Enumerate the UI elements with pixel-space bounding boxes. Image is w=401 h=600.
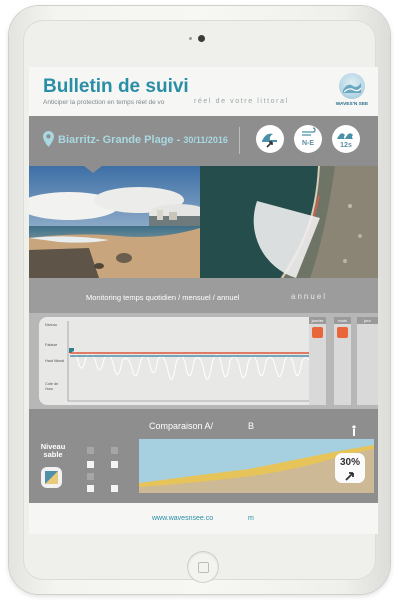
- wave-icon[interactable]: [256, 125, 284, 153]
- home-icon: [198, 562, 209, 573]
- app-screen: Bulletin de suivi Anticiper la protectio…: [29, 67, 378, 534]
- location-bar: Biarritz- Grande Plage - 30/11/2016 N-E …: [29, 116, 378, 166]
- alert-icon: [337, 327, 348, 338]
- monitoring-chart-zone: Niveau Falaise Haut littoral Cote de l'e…: [29, 313, 378, 409]
- comparison-section: Comparaison A/ B Niveau sable 30%: [29, 409, 378, 503]
- sand-level-button[interactable]: [41, 467, 62, 488]
- footer-url-tail[interactable]: m: [248, 515, 254, 522]
- tab-janvier[interactable]: janvier: [309, 317, 326, 405]
- niveau-sable-label: Niveau sable: [40, 442, 66, 459]
- page-subtitle: Anticiper la protection en temps réel de…: [43, 99, 165, 106]
- footer-url[interactable]: www.wavesnsee.co: [152, 515, 213, 522]
- grid-cell[interactable]: [111, 485, 118, 492]
- legend-falaise: Falaise: [45, 343, 58, 347]
- grid-cell[interactable]: [87, 461, 94, 468]
- percent-value: 30%: [339, 457, 360, 468]
- grid-cell[interactable]: [87, 473, 94, 480]
- header: Bulletin de suivi Anticiper la protectio…: [29, 67, 378, 115]
- location-label: Biarritz- Grande Plage - 30/11/2016: [58, 134, 228, 146]
- period-icon[interactable]: 12s: [332, 125, 360, 153]
- tab-jour-label: jour: [357, 317, 378, 324]
- location-place: Biarritz- Grande Plage -: [58, 134, 181, 146]
- alert-icon: [312, 327, 323, 338]
- tab-mois-label: mois: [334, 317, 351, 324]
- sensor-dot: [189, 37, 192, 40]
- wind-icon[interactable]: N-E: [294, 125, 322, 153]
- monitoring-annuel[interactable]: annuel: [291, 292, 327, 301]
- comparison-title: Comparaison A/: [149, 421, 214, 431]
- wave-period: 12s: [340, 142, 352, 149]
- location-date: 30/11/2016: [183, 135, 228, 145]
- legend-niveau: Niveau: [45, 323, 57, 327]
- brand-logo[interactable]: WAVES'N SEE: [332, 73, 372, 113]
- comparison-title-b: B: [248, 421, 255, 431]
- grid-cell[interactable]: [87, 447, 94, 454]
- camera: [198, 35, 205, 42]
- monitoring-header: Monitoring temps quotidien / mensuel / a…: [29, 278, 378, 313]
- footer: www.wavesnsee.co m: [29, 503, 378, 534]
- satellite-map[interactable]: [200, 166, 378, 278]
- grid-cell[interactable]: [111, 447, 118, 454]
- divider: [239, 127, 240, 154]
- tab-jour[interactable]: jour: [357, 317, 378, 405]
- person-icon: [352, 425, 356, 436]
- page-subtitle-tail: réel de votre littoral: [194, 98, 289, 105]
- pointer-arrow: [84, 166, 102, 173]
- monitoring-line-chart: [67, 321, 322, 402]
- arrow-up-right-icon: [345, 472, 354, 481]
- logo-text: WAVES'N SEE: [335, 102, 369, 107]
- grid-cell[interactable]: [87, 485, 94, 492]
- percent-badge[interactable]: 30%: [335, 453, 365, 483]
- wave-logo-icon: [339, 73, 365, 99]
- page-title: Bulletin de suivi: [43, 76, 189, 97]
- map-pin-icon: [43, 131, 54, 147]
- wind-direction: N-E: [301, 140, 315, 147]
- tab-janvier-label: janvier: [309, 317, 326, 324]
- beach-photo: [29, 166, 200, 278]
- monitoring-label: Monitoring temps quotidien / mensuel / a…: [86, 293, 240, 302]
- tab-mois[interactable]: mois: [334, 317, 351, 405]
- grid-cell[interactable]: [111, 461, 118, 468]
- home-button[interactable]: [188, 552, 218, 582]
- chart-panel: Niveau Falaise Haut littoral Cote de l'e…: [39, 317, 324, 405]
